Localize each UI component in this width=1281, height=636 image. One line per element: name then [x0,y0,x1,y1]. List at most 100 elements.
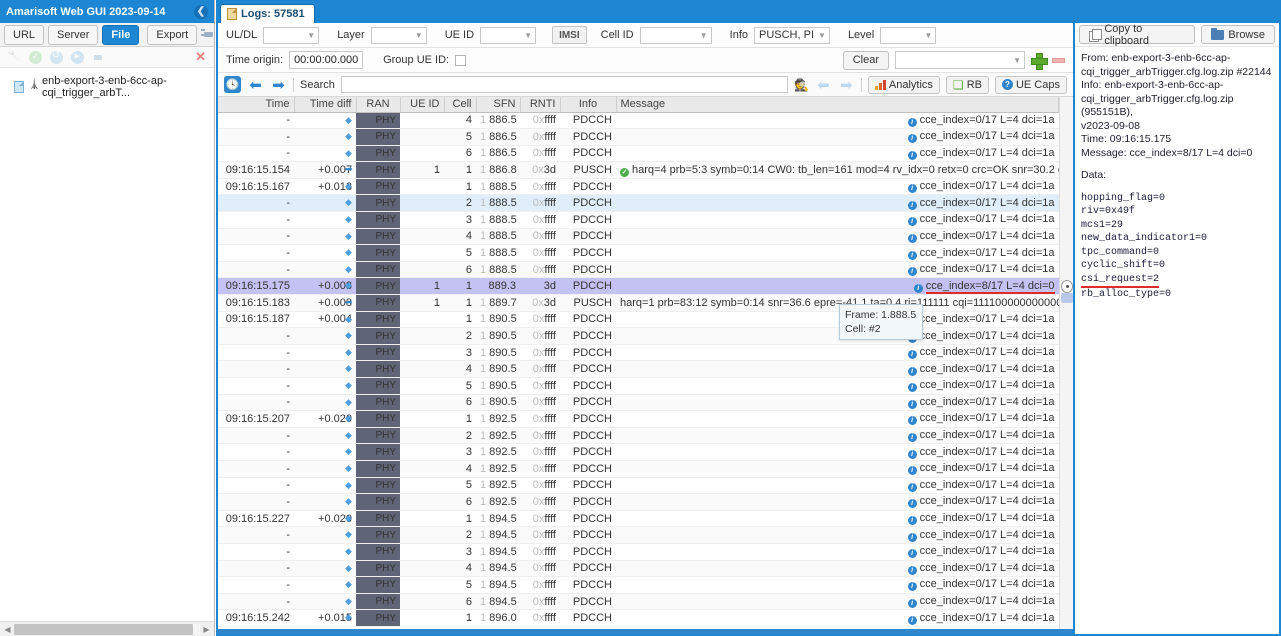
close-icon[interactable]: ✕ [195,49,206,65]
clear-button[interactable]: Clear [842,50,889,70]
list-item[interactable]: enb-export-3-enb-6cc-ap-cqi_trigger_arbT… [0,74,214,100]
cell-time: - [218,477,294,495]
table-row[interactable]: - PHY 61 890.50xffffPDCCHcce_index=0/17 L=… [218,394,1059,412]
layer-select[interactable]: ▼ [370,26,427,44]
cell-time: - [218,194,294,213]
table-row[interactable]: 09:16:15.175+0.008PHY11 889.33dPDCCHcce_… [218,277,1059,296]
detail-data-line: tpc_command=0 [1081,246,1160,258]
logs-table-scroll[interactable]: Time Time diff RAN UE ID Cell SFN RNTI I… [218,97,1059,629]
table-horizontal-scrollbar[interactable] [218,629,1073,634]
play-icon[interactable] [71,50,84,64]
export-button[interactable]: Export [147,24,198,45]
uldl-select[interactable]: ▼ [263,26,320,44]
ue-caps-button[interactable]: ? UE Caps [994,75,1067,94]
scrollbar-thumb[interactable] [1061,293,1073,303]
info-select[interactable]: PUSCH, PI ▼ [754,26,830,44]
col-message[interactable]: Message [616,97,1059,113]
cell-cell: 1 [444,178,476,196]
refresh-icon[interactable] [50,50,63,64]
clock-icon[interactable]: 🕓 [224,76,241,93]
scroll-right-arrow-icon[interactable]: ▶ [200,622,213,636]
table-row[interactable]: - PHY 51 888.50xffffPDCCHcce_index=0/17 L=… [218,244,1059,262]
table-row[interactable]: - PHY 41 890.50xffffPDCCHcce_index=0/17 L=… [218,360,1059,378]
browse-button[interactable]: Browse [1201,25,1275,44]
table-row[interactable]: - PHY 41 888.50xffffPDCCHcce_index=0/17 L=… [218,228,1059,246]
col-cell[interactable]: Cell [444,97,477,113]
scrollbar-thumb[interactable] [14,623,193,635]
cellid-select[interactable]: ▼ [639,26,712,44]
table-row[interactable]: - PHY 61 894.50xffffPDCCHcce_index=0/17 L=… [218,593,1059,611]
level-select[interactable]: ▼ [880,26,937,44]
table-row[interactable]: - PHY 61 886.50xffffPDCCHcce_index=0/17 L=… [218,145,1059,163]
table-row[interactable]: - PHY 41 886.50xffffPDCCHcce_index=0/17 L=… [218,112,1059,130]
scrollbar-track[interactable] [14,623,200,635]
imsi-button[interactable]: IMSI [552,26,587,44]
copy-to-clipboard-button[interactable]: Copy to clipboard [1079,23,1196,47]
ueid-select[interactable]: ▼ [480,26,537,44]
time-origin-input[interactable]: 00:00:00.000 [289,51,364,69]
arrow-left-icon[interactable]: ⬅ [247,76,264,94]
detail-data-line: hopping_flag=0 [1081,192,1166,204]
table-row[interactable]: - PHY 51 886.50xffffPDCCHcce_index=0/17 L=… [218,128,1059,146]
table-row[interactable]: - PHY 21 892.50xffffPDCCHcce_index=0/17 L=… [218,427,1059,445]
search-input[interactable] [340,76,788,93]
group-ueid-checkbox[interactable] [455,54,467,66]
tab-logs[interactable]: Logs: 57581 [220,4,315,23]
cell-sfn: 1 888.5 [476,178,520,196]
rb-button[interactable]: ❏ RB [945,75,989,94]
tab-url[interactable]: URL [4,24,45,45]
find-next-icon[interactable]: ➡ [838,76,855,94]
table-row[interactable]: - PHY 61 892.50xffffPDCCHcce_index=0/17 L=… [218,493,1059,511]
table-row[interactable]: 09:16:15.154+0.007PHY111 886.80x3dPUSCHh… [218,161,1059,179]
tab-server[interactable]: Server [48,24,99,45]
tab-file[interactable]: File [102,24,140,45]
table-row[interactable]: - PHY 51 892.50xffffPDCCHcce_index=0/17 L=… [218,477,1059,495]
table-row[interactable]: - PHY 21 890.50xffffPDCCHcce_index=0/17 L=… [218,327,1059,345]
col-ue-id[interactable]: UE ID [400,97,445,113]
time-diff-marker-icon [345,181,354,192]
arrow-right-icon[interactable]: ➡ [270,76,287,94]
scrollbar-handle[interactable] [1061,280,1073,293]
logs-table-wrap: Time Time diff RAN UE ID Cell SFN RNTI I… [218,97,1073,629]
col-info[interactable]: Info [560,97,617,113]
table-row[interactable]: - PHY 31 888.50xffffPDCCHcce_index=0/17 L=… [218,211,1059,229]
table-row[interactable]: - PHY 61 888.50xffffPDCCHcce_index=0/17 L=… [218,261,1059,279]
col-rnti[interactable]: RNTI [520,97,561,113]
table-row[interactable]: - PHY 41 894.50xffffPDCCHcce_index=0/17 L=… [218,560,1059,578]
info-icon [907,499,917,509]
col-sfn[interactable]: SFN [476,97,521,113]
cell-cell: 4 [444,360,476,378]
plus-icon[interactable] [1031,52,1048,70]
table-row[interactable]: - PHY 31 892.50xffffPDCCHcce_index=0/17 L=… [218,443,1059,461]
table-row[interactable]: - PHY 21 894.50xffffPDCCHcce_index=0/17 L=… [218,526,1059,544]
table-row[interactable]: - PHY 21 888.50xffffPDCCHcce_index=0/17 L=… [218,194,1059,213]
col-time-diff[interactable]: Time diff [294,97,357,113]
chevron-left-icon[interactable]: ❮ [194,4,208,19]
table-row[interactable]: - PHY 31 890.50xffffPDCCHcce_index=0/17 L=… [218,344,1059,362]
plug-icon[interactable] [201,28,213,41]
preset-select[interactable]: ▼ [895,51,1025,69]
left-horizontal-scrollbar[interactable]: ◀ ▶ [0,621,214,636]
find-prev-icon[interactable]: ⬅ [815,76,832,94]
binoculars-icon[interactable]: 🕵 [794,78,809,92]
table-row[interactable]: 09:16:15.187+0.004PHY 11 890.50xffffPDCCH… [218,311,1059,329]
table-row[interactable]: 09:16:15.183+0.008PHY111 889.70x3dPUSCHh… [218,294,1059,312]
table-row[interactable]: 09:16:15.167+0.013PHY 11 888.50xffffPDCCH… [218,178,1059,196]
plug-icon[interactable] [92,51,105,64]
table-vertical-scrollbar[interactable] [1059,97,1073,629]
wrench-icon[interactable] [8,51,21,64]
table-row[interactable]: - PHY 41 892.50xffffPDCCHcce_index=0/17 L=… [218,460,1059,478]
table-row[interactable]: 09:16:15.207+0.020PHY 11 892.50xffffPDCCH… [218,410,1059,428]
scroll-left-arrow-icon[interactable]: ◀ [1,622,14,636]
col-ran[interactable]: RAN [356,97,401,113]
cell-sfn: 889.3 [476,277,520,296]
table-row[interactable]: - PHY 51 894.50xffffPDCCHcce_index=0/17 L=… [218,576,1059,594]
minus-icon[interactable] [1052,57,1065,63]
analytics-button[interactable]: Analytics [867,75,940,94]
table-row[interactable]: - PHY 31 894.50xffffPDCCHcce_index=0/17 L=… [218,543,1059,561]
table-row[interactable]: 09:16:15.227+0.020PHY 11 894.50xffffPDCCH… [218,510,1059,528]
table-row[interactable]: 09:16:15.242+0.015PHY 11 896.00xffffPDCCH… [218,609,1059,627]
col-time[interactable]: Time [218,97,295,113]
table-row[interactable]: - PHY 51 890.50xffffPDCCHcce_index=0/17 L=… [218,377,1059,395]
check-circle-icon[interactable] [29,50,42,64]
